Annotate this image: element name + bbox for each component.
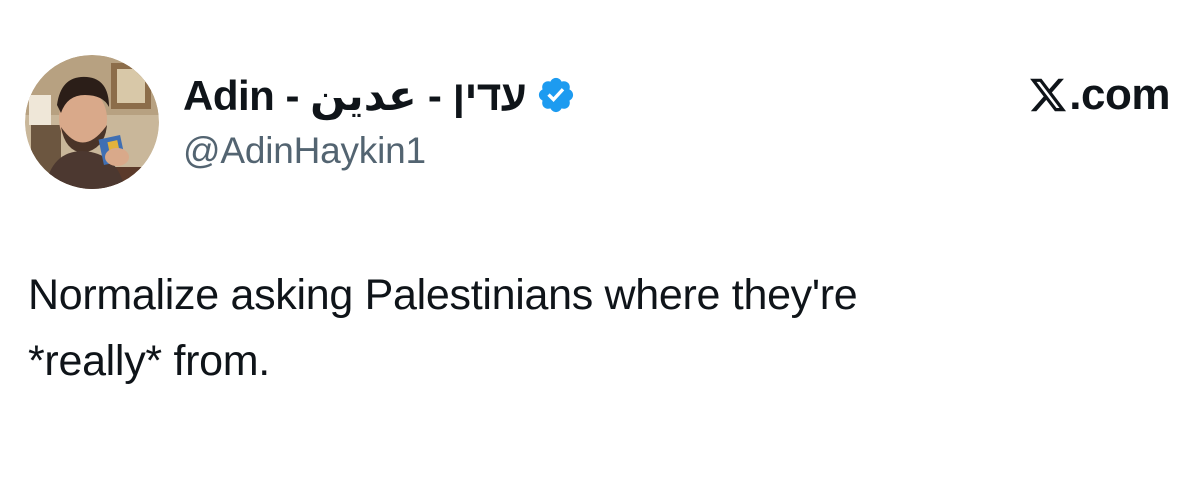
author-name-row: Adin - עדין - عدين bbox=[183, 70, 576, 120]
avatar-photo bbox=[25, 55, 159, 189]
brand-domain-label: .com bbox=[1069, 70, 1170, 119]
x-logo-icon bbox=[1028, 75, 1068, 115]
author-avatar[interactable] bbox=[25, 55, 159, 189]
tweet-card: Adin - עדין - عدين @AdinHaykin1 .com Nor… bbox=[0, 0, 1200, 482]
tweet-text-line: Normalize asking Palestinians where they… bbox=[28, 271, 858, 319]
author-display-name[interactable]: Adin - עדין - عدين bbox=[183, 71, 527, 120]
tweet-text-line: *really* from. bbox=[28, 337, 270, 385]
author-handle[interactable]: @AdinHaykin1 bbox=[183, 130, 426, 172]
tweet-text: Normalize asking Palestinians where they… bbox=[28, 262, 1168, 394]
x-com-brand: .com bbox=[1028, 70, 1170, 120]
verified-badge-icon[interactable] bbox=[536, 75, 576, 115]
